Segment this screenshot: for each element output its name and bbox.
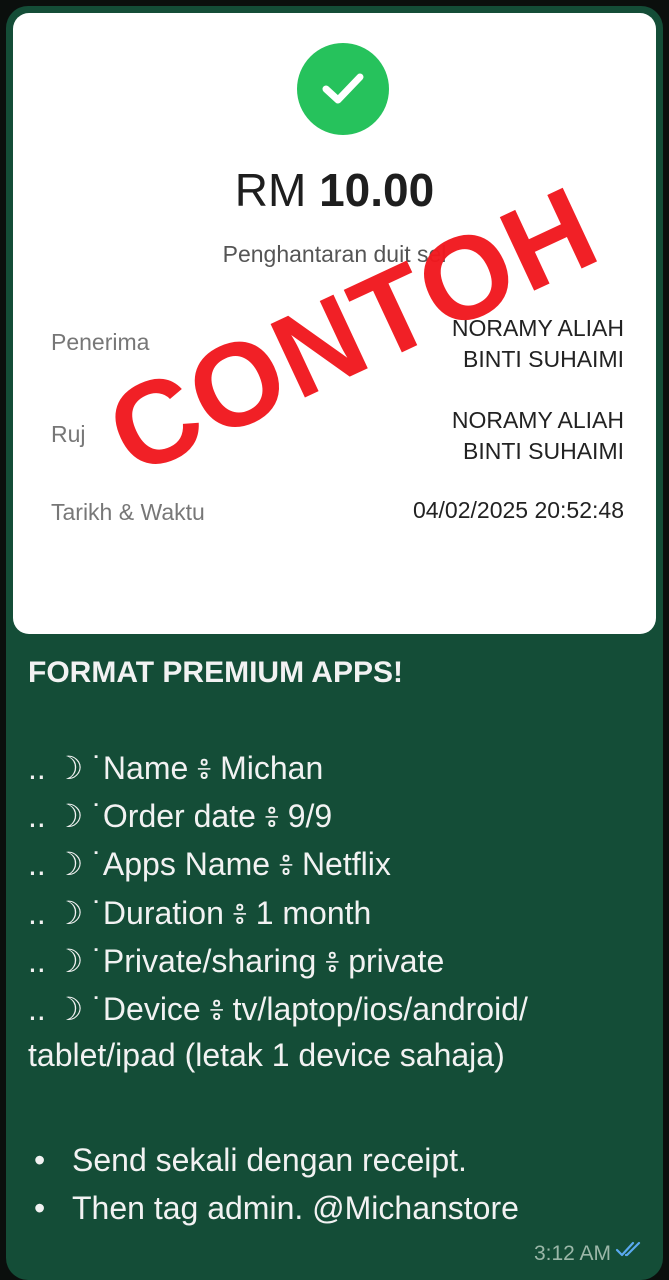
reference-line2: BINTI SUHAIMI bbox=[462, 438, 624, 464]
list-item: • Then tag admin. @Michanstore bbox=[34, 1190, 519, 1227]
checkmark-icon bbox=[297, 43, 389, 135]
message-time: 3:12 AM bbox=[533, 1242, 611, 1265]
message-bubble[interactable]: RM 10.00 Penghantaran duit sel Penerima … bbox=[6, 6, 663, 1280]
message-line: .. ☽ ˙Device ៖ tv/laptop/ios/android/ bbox=[28, 991, 528, 1027]
message-line: .. ☽ ˙Duration ៖ 1 month bbox=[28, 895, 372, 931]
message-line: tablet/ipad (letak 1 device sahaja) bbox=[28, 1037, 505, 1073]
amount-value: 10.00 bbox=[319, 164, 435, 216]
message-line: .. ☽ ˙Order date ៖ 9/9 bbox=[28, 798, 333, 834]
reference-value: NORAMY ALIAH BINTI SUHAIMI bbox=[452, 405, 624, 467]
bullet-dot: • bbox=[34, 1190, 46, 1226]
message-line: .. ☽ ˙Name ៖ Michan bbox=[28, 750, 324, 786]
recipient-label: Penerima bbox=[51, 329, 150, 355]
datetime-value: 04/02/2025 20:52:48 bbox=[412, 497, 624, 523]
message-line: .. ☽ ˙Apps Name ៖ Netflix bbox=[28, 846, 391, 882]
bullet-text: Then tag admin. @Michanstore bbox=[72, 1190, 519, 1226]
double-check-icon bbox=[615, 1240, 645, 1263]
amount-currency: RM bbox=[234, 164, 307, 216]
list-item: • Send sekali dengan receipt. bbox=[34, 1142, 467, 1179]
bullet-text: Send sekali dengan receipt. bbox=[72, 1142, 467, 1178]
message-line: .. ☽ ˙Private/sharing ៖ private bbox=[28, 943, 445, 979]
recipient-name-line2: BINTI SUHAIMI bbox=[462, 346, 624, 372]
reference-line1: NORAMY ALIAH bbox=[451, 407, 624, 433]
receipt-image[interactable]: RM 10.00 Penghantaran duit sel Penerima … bbox=[13, 13, 656, 634]
message-title: FORMAT PREMIUM APPS! bbox=[28, 656, 403, 689]
bullet-dot: • bbox=[34, 1142, 46, 1178]
